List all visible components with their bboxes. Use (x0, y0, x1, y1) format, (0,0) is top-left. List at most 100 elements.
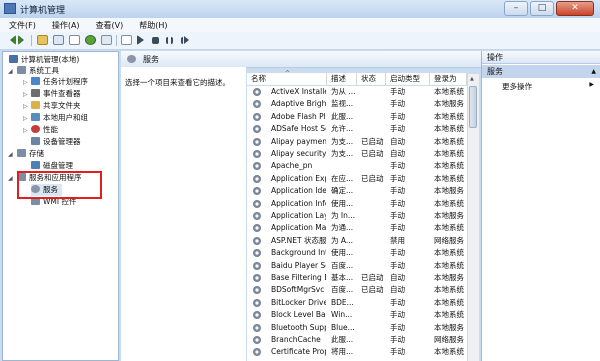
service-logon-cell: 本地服务 (434, 211, 464, 220)
table-row[interactable]: BitLocker Drive ... BDE... 手动 本地系统 (247, 297, 467, 309)
forward-icon[interactable] (18, 35, 24, 45)
actions-panel: 操作 服务 ▲ 更多操作 ▶ (481, 51, 600, 361)
menu-file[interactable]: 文件(F) (0, 18, 43, 32)
properties-icon[interactable] (101, 35, 112, 45)
column-header-description[interactable]: 描述 (327, 73, 357, 85)
service-startup-type-cell: 自动 (390, 273, 405, 282)
service-logon-cell: 本地系统 (434, 161, 464, 171)
table-row[interactable]: Background Inte... 使用... 手动 本地系统 (247, 247, 467, 259)
expand-arrow-icon[interactable]: ▷ (23, 103, 28, 110)
service-gear-icon (253, 261, 261, 270)
table-row[interactable]: ASP.NET 状态服务为 A... 禁用 网络服务 (247, 235, 467, 247)
service-name-cell: Alipay security b... (271, 149, 326, 158)
table-row[interactable]: ActiveX Installer ... 为从 ... 手动 本地系统 (247, 86, 467, 98)
service-gear-icon (253, 199, 261, 208)
service-startup-type-cell: 自动 (390, 149, 405, 158)
service-status-cell: 已启动 (361, 273, 384, 282)
collapse-arrow-icon[interactable]: ▲ (591, 65, 596, 78)
tree-item-event-viewer[interactable]: 事件查看器 (31, 88, 81, 100)
refresh-icon[interactable] (85, 35, 96, 45)
close-button[interactable]: ✕ (556, 1, 594, 16)
table-row[interactable]: Base Filtering En... 基本... 已启动自动 本地服务 (247, 272, 467, 284)
tree-item-task-scheduler[interactable]: 任务计划程序 (31, 76, 88, 88)
scroll-up-icon[interactable]: ▲ (470, 76, 474, 82)
up-folder-icon[interactable] (37, 35, 48, 45)
table-row[interactable]: Certificate Propa... 将用... 手动 本地系统 (247, 346, 467, 358)
column-header-status[interactable]: 状态 (357, 73, 386, 85)
tree-item-storage[interactable]: 存储 (17, 148, 44, 160)
service-logon-cell: 本地系统 (434, 111, 464, 121)
pause-service-icon[interactable] (166, 37, 173, 44)
more-actions-link[interactable]: 更多操作 (502, 81, 532, 92)
help-icon[interactable] (121, 35, 132, 45)
service-gear-icon (253, 249, 261, 258)
service-description-cell: Win... (331, 310, 353, 320)
back-icon[interactable] (5, 35, 16, 45)
actions-section-services[interactable]: 服务 ▲ (482, 65, 600, 78)
table-row[interactable]: Application Iden... 确定... 手动 本地服务 (247, 185, 467, 197)
tree-item-performance[interactable]: 性能 (31, 124, 58, 136)
menu-action[interactable]: 操作(A) (43, 18, 87, 32)
tree-item-shared-folders[interactable]: 共享文件夹 (31, 100, 81, 112)
table-row[interactable]: Apache_pn 手动 本地系统 (247, 160, 467, 172)
table-row[interactable]: Baidu Player Ser... 百度... 手动 本地系统 (247, 260, 467, 272)
service-description-cell: 使用... (331, 248, 354, 258)
table-row[interactable]: BranchCache 此服... 手动 网络服务 (247, 334, 467, 346)
menu-help[interactable]: 帮助(H) (130, 18, 174, 32)
table-row[interactable]: BDSoftMgrSvc 百度... 已启动 自动 本地系统 (247, 284, 467, 296)
highlight-annotation (17, 171, 102, 199)
service-startup-type-cell: 禁用 (390, 235, 405, 245)
service-startup-type-cell: 手动 (390, 322, 405, 332)
tree-item-device-manager[interactable]: 设备管理器 (31, 136, 81, 148)
service-description-cell: 基本... (331, 273, 354, 282)
table-row[interactable]: Alipay security b... 为支... 已启动自动 本地系统 (247, 148, 467, 160)
service-gear-icon (253, 125, 261, 134)
service-gear-icon (253, 311, 261, 320)
service-description-cell: 在应... (331, 173, 354, 183)
table-row[interactable]: Alipay payment ... 为支... 已启动自动 本地系统 (247, 136, 467, 148)
collapse-arrow-icon[interactable]: ◢ (8, 68, 13, 75)
table-row[interactable]: Application Infor... 使用... 手动 本地系统 (247, 198, 467, 210)
start-service-icon[interactable] (137, 35, 144, 45)
table-row[interactable]: Application Man... 为通... 手动 本地系统 (247, 222, 467, 234)
collapse-arrow-icon[interactable]: ◢ (8, 175, 13, 182)
show-hide-tree-icon[interactable] (53, 35, 64, 45)
table-row[interactable]: ADSafe Host Ser... 允许... 手动 本地系统 (247, 123, 467, 135)
column-header-name[interactable]: 名称 ^ (247, 70, 327, 85)
service-description-area: 选择一个项目来查看它的描述。 (121, 67, 246, 361)
gear-icon (127, 55, 136, 63)
scrollbar-thumb[interactable] (469, 86, 477, 128)
menu-view[interactable]: 查看(V) (87, 18, 131, 32)
column-header-log-on-as[interactable]: 登录为 (430, 73, 467, 85)
expand-arrow-icon[interactable]: ▷ (23, 79, 28, 86)
service-name-cell: Application Expe... (271, 173, 326, 183)
table-row[interactable]: Bluetooth Supp... Blue... 手动 本地服务 (247, 322, 467, 334)
service-name-cell: Application Laye... (271, 211, 326, 220)
stop-service-icon[interactable] (152, 37, 159, 44)
table-row[interactable]: Adaptive Brightn... 监视... 手动 本地服务 (247, 98, 467, 110)
expand-arrow-icon[interactable]: ▷ (23, 115, 28, 122)
restart-service-icon[interactable] (181, 36, 189, 44)
service-startup-type-cell: 手动 (390, 260, 405, 270)
table-row[interactable]: Block Level Back... Win... 手动 本地系统 (247, 309, 467, 321)
description-text: 选择一个项目来查看它的描述。 (125, 78, 230, 87)
minimize-button[interactable]: – (504, 1, 528, 16)
table-row[interactable]: Application Laye... 为 In... 手动 本地服务 (247, 210, 467, 222)
service-gear-icon (253, 137, 261, 146)
collapse-arrow-icon[interactable]: ◢ (8, 151, 13, 158)
service-name-cell: Application Infor... (271, 198, 326, 208)
maximize-button[interactable]: □ (530, 1, 554, 16)
service-name-cell: Application Man... (271, 223, 326, 233)
tree-item-local-users-groups[interactable]: 本地用户和组 (31, 112, 88, 124)
service-name-cell: Adaptive Brightn... (271, 99, 326, 109)
table-row[interactable]: Application Expe... 在应... 已启动手动 本地系统 (247, 173, 467, 185)
column-header-startup-type[interactable]: 启动类型 (386, 73, 430, 85)
service-gear-icon (253, 174, 261, 183)
expand-arrow-icon[interactable]: ▷ (23, 127, 28, 134)
expand-arrow-icon[interactable]: ▷ (23, 91, 28, 98)
services-scrollbar[interactable]: ▲ (467, 74, 479, 361)
table-row[interactable]: Adobe Flash Pla... 此服... 手动 本地系统 (247, 111, 467, 123)
export-list-icon[interactable] (69, 35, 80, 45)
service-gear-icon (253, 336, 261, 344)
service-name-cell: Alipay payment ... (271, 136, 326, 146)
